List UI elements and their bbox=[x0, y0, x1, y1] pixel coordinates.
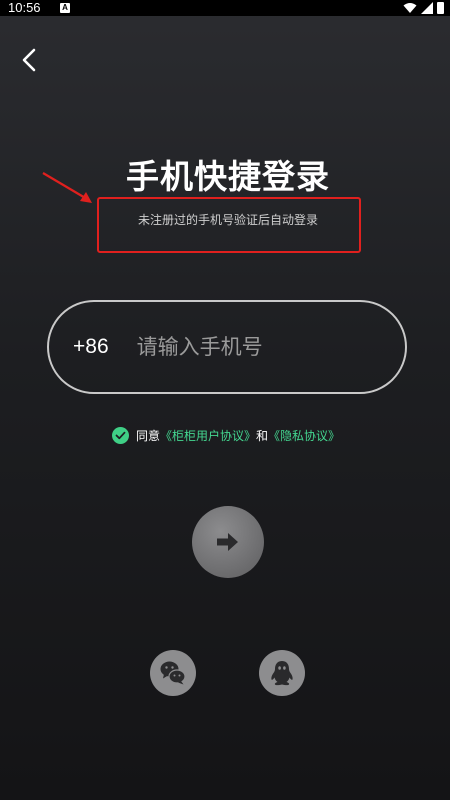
agreement-checkbox[interactable] bbox=[111, 427, 129, 444]
chevron-left-icon bbox=[22, 48, 36, 72]
phone-input[interactable] bbox=[134, 334, 359, 360]
battery-icon bbox=[437, 2, 444, 14]
qq-login-button[interactable] bbox=[259, 650, 305, 696]
wifi-icon bbox=[403, 3, 417, 13]
country-code[interactable]: +86 bbox=[73, 335, 109, 359]
user-agreement-link[interactable]: 《柜柜用户协议》 bbox=[160, 427, 256, 444]
wechat-login-button[interactable] bbox=[150, 650, 196, 696]
agreement-row: 同意 《柜柜用户协议》 和 《隐私协议》 bbox=[0, 427, 450, 444]
privacy-policy-link[interactable]: 《隐私协议》 bbox=[268, 427, 340, 444]
agreement-prefix: 同意 bbox=[135, 429, 160, 443]
agreement-conjunction: 和 bbox=[256, 429, 269, 443]
phone-input-container[interactable]: +86 bbox=[47, 300, 407, 394]
back-button[interactable] bbox=[14, 44, 46, 76]
notification-icon: A bbox=[60, 3, 70, 13]
signal-icon bbox=[421, 2, 433, 14]
wechat-icon bbox=[160, 661, 186, 685]
status-icons bbox=[403, 1, 444, 15]
check-icon bbox=[115, 431, 126, 440]
annotation-arrow bbox=[42, 172, 92, 203]
arrow-right-icon bbox=[217, 533, 238, 551]
qq-icon bbox=[271, 661, 293, 686]
annotation-highlight-box bbox=[97, 197, 361, 253]
next-button[interactable] bbox=[192, 506, 264, 578]
status-time: 10:56 bbox=[8, 0, 41, 15]
status-bar: 10:56 A bbox=[0, 0, 450, 16]
